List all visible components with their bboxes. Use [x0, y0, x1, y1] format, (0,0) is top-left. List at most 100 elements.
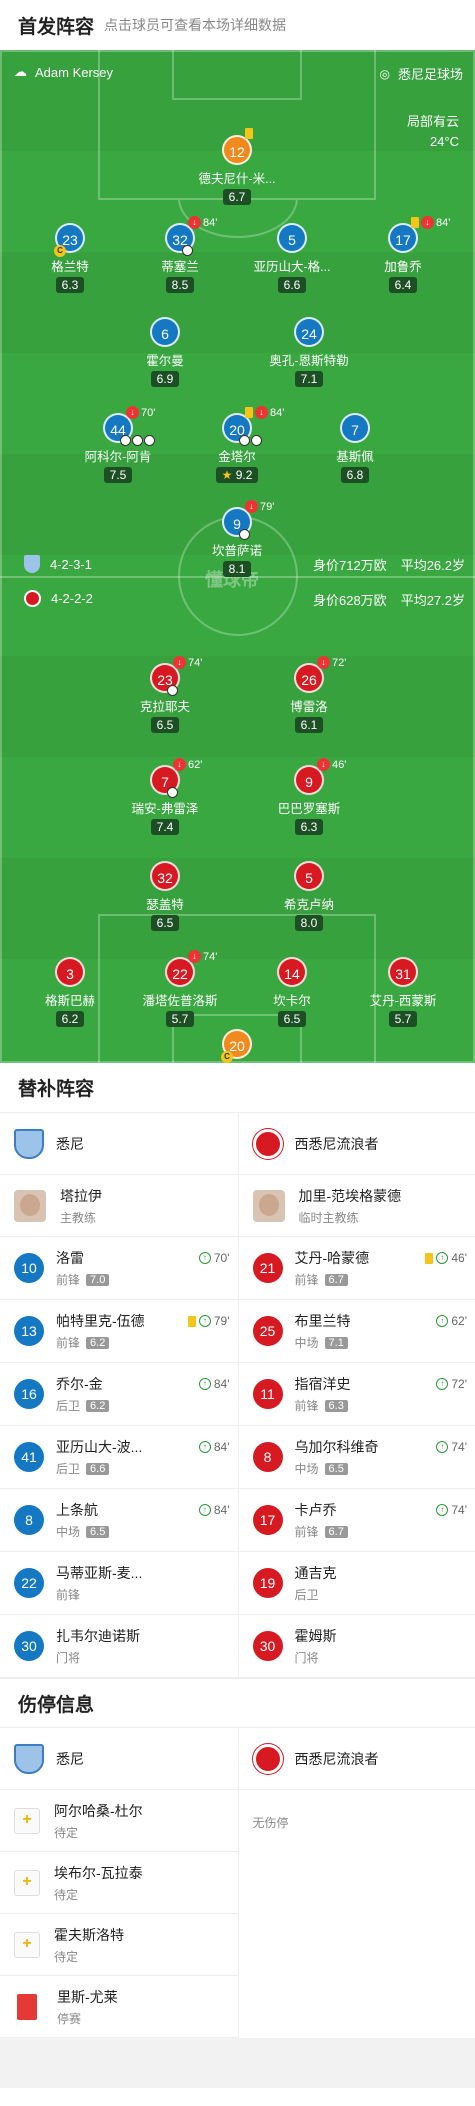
- pitch-player[interactable]: 26 ↓ 72' 博雷洛 6.1: [249, 656, 369, 734]
- pitch-player[interactable]: 7 基斯佩 6.8: [295, 413, 415, 484]
- sub-out-icon: ↓: [255, 406, 268, 419]
- injury-row[interactable]: 阿尔哈桑-杜尔待定: [0, 1790, 238, 1852]
- sub-in-icon: ↑: [436, 1441, 449, 1453]
- player-number: 14: [277, 957, 307, 987]
- pitch-player[interactable]: 7 ↓ 62' 瑞安-弗雷泽 7.4: [105, 758, 225, 836]
- player-rating: 6.5: [150, 717, 180, 733]
- player-rating: 6.2: [55, 1011, 85, 1027]
- home-team-row[interactable]: 悉尼: [0, 1113, 238, 1175]
- sub-player-row[interactable]: 8 乌加尔科维奇 中场 6.5 ↑ 74': [238, 1426, 475, 1489]
- sub-name: 霍姆斯: [294, 1628, 337, 1644]
- sub-player-row[interactable]: 17 卡卢乔 前锋 6.7 ↑ 74': [238, 1489, 475, 1552]
- pitch-player[interactable]: 9 ↓ 79' 坎普萨诺 8.1: [177, 500, 297, 578]
- pitch-player[interactable]: 23 C 格兰特 6.3: [10, 223, 130, 294]
- injury-row[interactable]: 埃布尔-瓦拉泰待定: [0, 1852, 238, 1914]
- sub-in-minute: ↑ 62': [436, 1314, 467, 1328]
- sub-minute: 46': [451, 1251, 467, 1265]
- pitch-player[interactable]: 23 ↓ 74' 克拉耶夫 6.5: [105, 656, 225, 734]
- sub-number: 8: [252, 1442, 283, 1472]
- rating-value: 6.5: [283, 1012, 301, 1026]
- sub-player-row[interactable]: 19 通吉克 后卫: [238, 1552, 475, 1615]
- sub-name: 艾丹-哈蒙德: [294, 1250, 370, 1266]
- coach-role: 主教练: [60, 1210, 97, 1225]
- injury-home-column: 悉尼 阿尔哈桑-杜尔待定埃布尔-瓦拉泰待定霍夫斯洛特待定里斯-尤莱停赛: [0, 1728, 238, 2038]
- sub-position: 前锋: [294, 1273, 319, 1287]
- pitch-player[interactable]: 20C劳伦斯-托马斯5.5: [177, 1029, 297, 1063]
- sub-rating: 6.5: [86, 1525, 110, 1538]
- player-name: 蒂塞兰: [161, 260, 199, 274]
- pitch-player[interactable]: 32 ↓ 84' 蒂塞兰 8.5: [120, 216, 240, 294]
- player-events: ↓ 74': [188, 950, 217, 963]
- sub-player-row[interactable]: 11 指宿洋史 前锋 6.3 ↑ 72': [238, 1363, 475, 1426]
- pitch-player[interactable]: 32 瑟盖特 6.5: [105, 861, 225, 932]
- goal-ball-icon: [132, 435, 143, 446]
- sub-player-row[interactable]: 13 帕特里克-伍德 前锋 6.2 ↑ 79': [0, 1300, 238, 1363]
- pitch-player[interactable]: 22 ↓ 74' 潘塔佐普洛斯 5.7: [120, 950, 240, 1028]
- pitch-player[interactable]: 3 格斯巴赫 6.2: [10, 957, 130, 1028]
- sub-rating: 6.6: [86, 1462, 110, 1475]
- sub-player-row[interactable]: 21 艾丹-哈蒙德 前锋 6.7 ↑ 46': [238, 1237, 475, 1300]
- captain-icon: C: [221, 1051, 233, 1063]
- sub-name: 布里兰特: [294, 1313, 351, 1329]
- pitch-player[interactable]: 9 ↓ 46' 巴巴罗塞斯 6.3: [249, 758, 369, 836]
- away-stats: 身价628万欧 平均27.2岁: [313, 590, 465, 609]
- sub-minute: 84': [203, 216, 218, 229]
- injury-row[interactable]: 霍夫斯洛特待定: [0, 1914, 238, 1976]
- sub-in-icon: ↑: [198, 1504, 211, 1516]
- sub-position: 门将: [294, 1651, 319, 1665]
- rating-value: 7.5: [109, 468, 127, 482]
- sub-in-minute: ↑ 74': [436, 1440, 467, 1454]
- home-coach[interactable]: 塔拉伊 主教练: [0, 1175, 238, 1237]
- pitch-player[interactable]: 6 霍尔曼 6.9: [105, 317, 225, 388]
- player-number: 31: [388, 957, 418, 987]
- sub-minute: 62': [451, 1314, 467, 1328]
- player-events: [245, 128, 253, 139]
- sub-in-icon: ↑: [198, 1441, 211, 1453]
- injury-columns: 悉尼 阿尔哈桑-杜尔待定埃布尔-瓦拉泰待定霍夫斯洛特待定里斯-尤莱停赛 西悉尼流…: [0, 1728, 475, 2038]
- player-rating: 7.4: [150, 819, 180, 835]
- sub-player-row[interactable]: 22 马蒂亚斯-麦... 前锋: [0, 1552, 238, 1615]
- home-formation-row: 4-2-3-1: [24, 555, 92, 573]
- sub-minute: 72': [332, 656, 347, 669]
- sub-out-icon: ↓: [245, 500, 258, 513]
- sub-player-row[interactable]: 30 霍姆斯 门将: [238, 1615, 475, 1678]
- coach-avatar: [14, 1189, 46, 1222]
- sub-name: 指宿洋史: [294, 1376, 351, 1392]
- pitch-player[interactable]: 17 ↓ 84' 加鲁乔 6.4: [343, 216, 463, 294]
- rating-value: 6.3: [61, 278, 79, 292]
- sydney-crest-icon: [14, 1743, 44, 1774]
- pitch-player[interactable]: 24 奥孔-恩斯特勒 7.1: [249, 317, 369, 388]
- home-formation: 4-2-3-1: [50, 556, 92, 572]
- pitch-player[interactable]: 31 艾丹-西蒙斯 5.7: [343, 957, 463, 1028]
- sub-in-minute: ↑ 72': [436, 1377, 467, 1391]
- player-name: 金塔尔: [218, 450, 256, 464]
- sub-rating: 6.7: [324, 1273, 348, 1286]
- sub-position: 前锋: [56, 1336, 81, 1350]
- sub-player-row[interactable]: 41 亚历山大-波... 后卫 6.6 ↑ 84': [0, 1426, 238, 1489]
- goal-ball-icon: [239, 529, 250, 540]
- away-team-row[interactable]: 西悉尼流浪者: [238, 1113, 475, 1175]
- injury-row[interactable]: 里斯-尤莱 停赛: [0, 1976, 238, 2038]
- rating-value: 6.1: [300, 718, 318, 732]
- sub-rating: 6.5: [324, 1462, 348, 1475]
- sub-name: 通吉克: [294, 1565, 337, 1581]
- sub-player-row[interactable]: 16 乔尔-金 后卫 6.2 ↑ 84': [0, 1363, 238, 1426]
- sub-player-row[interactable]: 10 洛雷 前锋 7.0 ↑ 70': [0, 1237, 238, 1300]
- pitch-player[interactable]: 20 ↓ 84' 金塔尔 ★ 9.2: [177, 406, 297, 484]
- home-value: 身价712万欧: [312, 558, 387, 573]
- rating-value: 7.4: [156, 820, 174, 834]
- pitch-player[interactable]: 12 德夫尼什-米... 6.7: [177, 128, 297, 206]
- sub-minute: 79': [213, 1314, 230, 1328]
- sub-player-row[interactable]: 25 布里兰特 中场 7.1 ↑ 62': [238, 1300, 475, 1363]
- page-footer: [0, 2038, 475, 2088]
- pitch-player[interactable]: 44 ↓ 70' 阿科尔-阿肯 7.5: [58, 406, 178, 484]
- sub-out-icon: ↓: [317, 656, 330, 669]
- sub-player-row[interactable]: 8 上条航 中场 6.5 ↑ 84': [0, 1489, 238, 1552]
- pitch-player[interactable]: 14 坎卡尔 6.5: [232, 957, 352, 1028]
- pitch-player[interactable]: 5 亚历山大-格... 6.6: [232, 223, 352, 294]
- away-coach[interactable]: 加里-范埃格蒙德 临时主教练: [238, 1175, 475, 1237]
- medical-kit-icon: [14, 1807, 40, 1834]
- sub-player-row[interactable]: 30 扎韦尔迪诺斯 门将: [0, 1615, 238, 1678]
- pitch-player[interactable]: 5 希克卢纳 8.0: [249, 861, 369, 932]
- injury-away-column: 西悉尼流浪者 无伤停: [237, 1728, 475, 2038]
